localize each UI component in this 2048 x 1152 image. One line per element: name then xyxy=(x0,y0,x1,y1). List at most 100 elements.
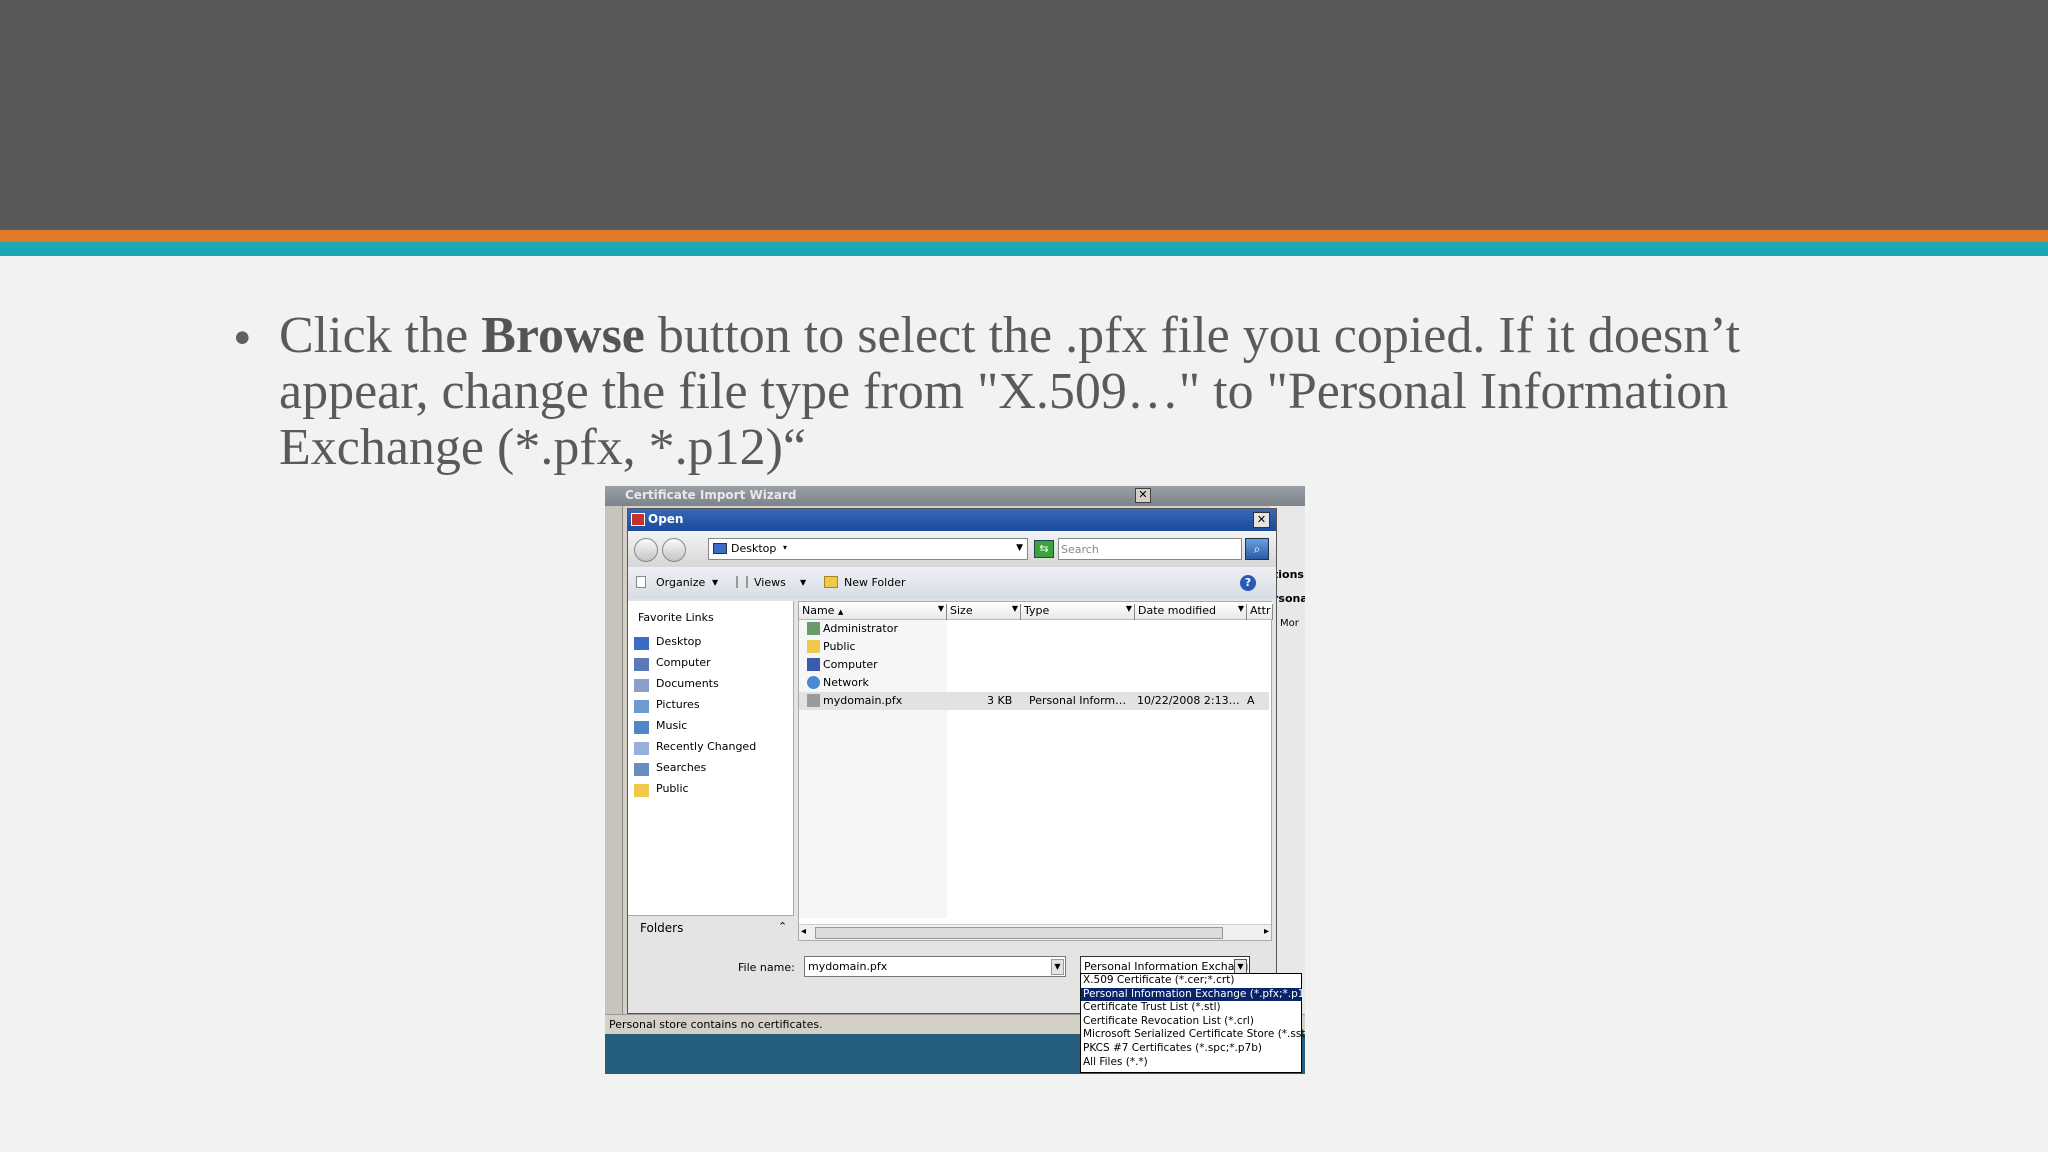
views-icon xyxy=(736,576,748,588)
file-type-options-list: X.509 Certificate (*.cer;*.crt) Personal… xyxy=(1080,973,1305,1073)
documents-icon xyxy=(634,679,649,692)
file-type-option[interactable]: Certificate Trust List (*.stl) xyxy=(1081,1001,1301,1015)
new-folder-button[interactable]: New Folder xyxy=(844,576,905,589)
nav-item-label: Desktop xyxy=(656,635,702,648)
file-type-option[interactable]: X.509 Certificate (*.cer;*.crt) xyxy=(1081,974,1301,988)
address-bar: Desktop ▾ ▼ ⇆ Search ⌕ xyxy=(628,531,1276,567)
searches-icon xyxy=(634,763,649,776)
file-type-option[interactable]: PKCS #7 Certificates (*.spc;*.p7b) xyxy=(1081,1042,1301,1056)
nav-item-searches[interactable]: Searches xyxy=(632,761,792,779)
organize-button[interactable]: Organize xyxy=(656,576,705,589)
chevron-up-icon: ⌃ xyxy=(778,920,788,933)
open-dialog: Open ✕ Desktop ▾ ▼ ⇆ Search ⌕ Organize ▼… xyxy=(627,508,1277,1014)
search-button[interactable]: ⌕ xyxy=(1245,538,1269,560)
user-folder-icon xyxy=(807,622,820,635)
header-stripe-orange xyxy=(0,230,2048,242)
table-row-selected[interactable]: mydomain.pfx 3 KB Personal Inform… 10/22/20… xyxy=(799,692,1269,710)
horizontal-scrollbar[interactable]: ◂ ▸ xyxy=(799,924,1271,940)
instruction-text-bold: Browse xyxy=(481,307,645,364)
file-name: Network xyxy=(823,676,869,689)
help-icon[interactable]: ? xyxy=(1240,575,1256,591)
scrollbar-thumb[interactable] xyxy=(815,927,1223,939)
wizard-right-label-2: rsona xyxy=(1273,592,1305,605)
column-header-date[interactable]: Date modified ▼ xyxy=(1135,604,1247,620)
music-icon xyxy=(634,721,649,734)
column-dropdown-icon[interactable]: ▼ xyxy=(1012,604,1018,613)
organize-dropdown-icon[interactable]: ▼ xyxy=(712,578,718,587)
views-dropdown-icon[interactable]: ▼ xyxy=(800,578,806,587)
nav-item-pictures[interactable]: Pictures xyxy=(632,698,792,716)
file-name: Computer xyxy=(823,658,878,671)
wizard-right-label-3: Mor xyxy=(1280,618,1299,629)
nav-item-label: Music xyxy=(656,719,688,732)
new-folder-icon xyxy=(824,576,838,588)
file-type-option[interactable]: Certificate Revocation List (*.crl) xyxy=(1081,1015,1301,1029)
nav-item-public[interactable]: Public xyxy=(632,782,792,800)
file-name-input[interactable]: mydomain.pfx xyxy=(804,956,1066,977)
file-type-option[interactable]: All Files (*.*) xyxy=(1081,1056,1301,1070)
file-type-option-selected[interactable]: Personal Information Exchange (*.pfx;*.p… xyxy=(1081,987,1305,1002)
column-type-label: Type xyxy=(1024,604,1050,617)
wizard-close-button[interactable]: ✕ xyxy=(1135,488,1151,503)
address-dropdown-icon[interactable]: ▼ xyxy=(1016,543,1023,553)
network-icon xyxy=(807,676,820,689)
nav-item-label: Pictures xyxy=(656,698,700,711)
nav-item-label: Computer xyxy=(656,656,711,669)
file-attr: A xyxy=(1247,694,1255,707)
file-name: mydomain.pfx xyxy=(823,694,903,707)
file-name-dropdown-icon[interactable]: ▼ xyxy=(1051,959,1064,975)
column-header-type[interactable]: Type ▼ xyxy=(1021,604,1135,620)
nav-item-label: Searches xyxy=(656,761,707,774)
table-row[interactable]: Computer xyxy=(799,656,1269,674)
column-dropdown-icon[interactable]: ▼ xyxy=(938,604,944,613)
file-list: Name ▲ ▼ Size ▼ Type ▼ Date modified ▼ Attr … xyxy=(798,601,1273,941)
column-dropdown-icon[interactable]: ▼ xyxy=(1126,604,1132,613)
column-name-label: Name xyxy=(802,604,835,617)
bullet-marker: • xyxy=(233,309,252,367)
desktop-icon xyxy=(634,637,649,650)
column-header-attributes[interactable]: Attr xyxy=(1247,604,1273,620)
file-type-option[interactable]: Microsoft Serialized Certificate Store (… xyxy=(1081,1028,1305,1042)
sort-ascending-icon: ▲ xyxy=(837,608,844,616)
nav-item-music[interactable]: Music xyxy=(632,719,792,737)
nav-item-documents[interactable]: Documents xyxy=(632,677,792,695)
file-size: 3 KB xyxy=(987,694,1013,707)
nav-item-desktop[interactable]: Desktop xyxy=(632,635,792,653)
file-name-label: File name: xyxy=(738,961,795,974)
address-text: Desktop xyxy=(731,542,777,555)
instruction-text: Click the Browse button to select the .p… xyxy=(279,308,1779,476)
folder-icon xyxy=(634,784,649,797)
forward-button[interactable] xyxy=(662,538,686,562)
navigation-pane: Favorite Links Desktop Computer Document… xyxy=(628,601,794,915)
refresh-button[interactable]: ⇆ xyxy=(1034,540,1054,558)
views-button[interactable]: Views xyxy=(754,576,786,589)
column-header-size[interactable]: Size ▼ xyxy=(947,604,1021,620)
wizard-title: Certificate Import Wizard xyxy=(605,486,1305,506)
column-dropdown-icon[interactable]: ▼ xyxy=(1238,604,1244,613)
organize-icon xyxy=(636,576,646,588)
file-type: Personal Inform… xyxy=(1029,694,1127,707)
address-box[interactable]: Desktop ▾ ▼ xyxy=(708,538,1028,560)
table-row[interactable]: Public xyxy=(799,638,1269,656)
nav-item-computer[interactable]: Computer xyxy=(632,656,792,674)
nav-item-recently-changed[interactable]: Recently Changed xyxy=(632,740,792,758)
column-header-name[interactable]: Name ▲ ▼ xyxy=(799,604,947,620)
recently-changed-icon xyxy=(634,742,649,755)
column-size-label: Size xyxy=(950,604,973,617)
pictures-icon xyxy=(634,700,649,713)
address-chevron-icon[interactable]: ▾ xyxy=(783,543,787,552)
screenshot: Certificate Import Wizard ✕ tions rsona … xyxy=(605,486,1305,1074)
scroll-left-icon[interactable]: ◂ xyxy=(801,926,806,937)
table-row[interactable]: Network xyxy=(799,674,1269,692)
table-row[interactable]: Administrator xyxy=(799,620,1269,638)
open-dialog-close-button[interactable]: ✕ xyxy=(1253,512,1270,528)
search-input[interactable]: Search xyxy=(1058,538,1242,560)
column-date-label: Date modified xyxy=(1138,604,1216,617)
header-stripe-teal xyxy=(0,242,2048,256)
folders-toggle[interactable]: Folders ⌃ xyxy=(628,915,794,941)
instruction-text-pre: Click the xyxy=(279,307,482,364)
scroll-right-icon[interactable]: ▸ xyxy=(1264,926,1269,937)
slide-header-band xyxy=(0,0,2048,230)
dialog-toolbar: Organize ▼ Views ▼ New Folder ? xyxy=(628,567,1276,599)
back-button[interactable] xyxy=(634,538,658,562)
